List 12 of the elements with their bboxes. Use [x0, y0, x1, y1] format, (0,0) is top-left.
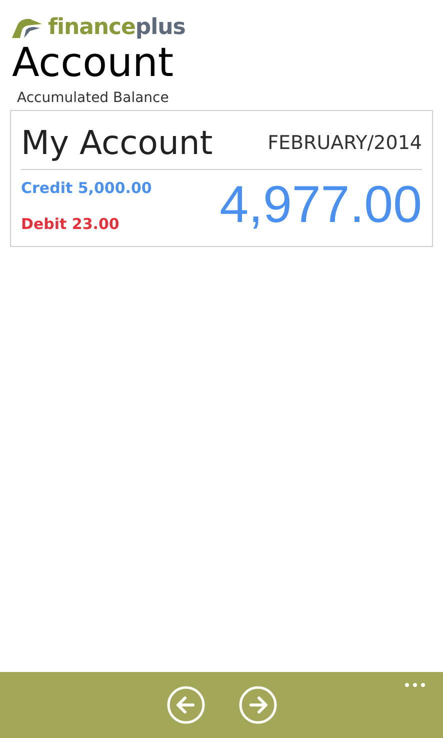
- logo-icon: [10, 16, 44, 40]
- forward-button[interactable]: [238, 686, 276, 724]
- page-title: Account: [11, 39, 175, 87]
- logo-text: financeplus: [48, 17, 186, 39]
- period-label: FEBRUARY/2014: [268, 130, 422, 156]
- more-icon[interactable]: [404, 682, 426, 688]
- credit-amount: Credit 5,000.00: [21, 178, 152, 198]
- balance-amount: 4,977.00: [220, 175, 422, 236]
- subtitle: Accumulated Balance: [16, 89, 170, 107]
- debit-amount: Debit 23.00: [21, 214, 120, 235]
- back-button[interactable]: [166, 686, 204, 724]
- card-title: My Account: [21, 123, 213, 163]
